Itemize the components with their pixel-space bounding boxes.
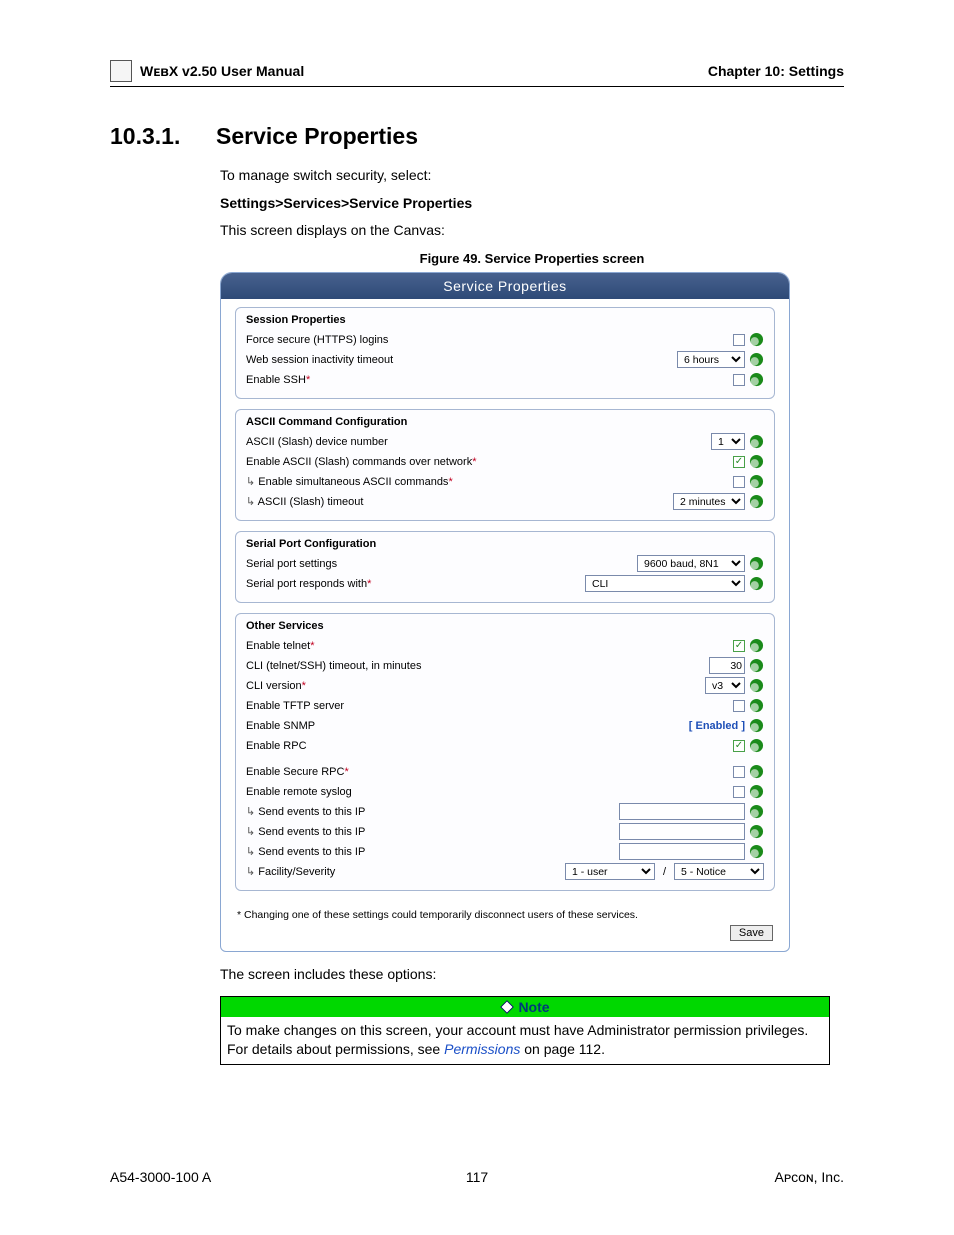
note-title: Note [518,999,549,1015]
force-https-checkbox[interactable] [733,334,745,346]
help-icon[interactable] [749,454,764,469]
help-icon[interactable] [749,738,764,753]
help-icon[interactable] [749,844,764,859]
force-https-label: Force secure (HTTPS) logins [246,334,727,346]
ascii-simul-checkbox[interactable] [733,476,745,488]
ascii-device-label: ASCII (Slash) device number [246,436,705,448]
help-icon[interactable] [749,638,764,653]
help-icon[interactable] [749,372,764,387]
help-icon[interactable] [749,352,764,367]
note-box: Note To make changes on this screen, you… [220,996,830,1065]
options-intro: The screen includes these options: [220,966,844,982]
serial-settings-select[interactable]: 9600 baud, 8N1 [637,555,745,572]
web-timeout-label: Web session inactivity timeout [246,354,671,366]
group-other: Other Services Enable telnet* ✓ CLI (tel… [235,613,775,891]
help-icon[interactable] [749,784,764,799]
ascii-net-label: Enable ASCII (Slash) commands over netwo… [246,456,727,468]
footnote-text: * Changing one of these settings could t… [221,905,789,923]
permissions-link[interactable]: Permissions [444,1041,520,1057]
snmp-label: Enable SNMP [246,720,683,732]
group-ascii-title: ASCII Command Configuration [246,416,764,428]
web-timeout-select[interactable]: 6 hours [677,351,745,368]
serial-settings-label: Serial port settings [246,558,631,570]
help-icon[interactable] [749,494,764,509]
telnet-label: Enable telnet* [246,640,727,652]
syslog-label: Enable remote syslog [246,786,727,798]
syslog-checkbox[interactable] [733,786,745,798]
tftp-label: Enable TFTP server [246,700,727,712]
help-icon[interactable] [749,658,764,673]
note-icon [500,1000,514,1014]
section-number: 10.3.1. [110,123,190,150]
slash-separator: / [659,866,670,878]
page-header: WᴇʙX v2.50 User Manual Chapter 10: Setti… [110,60,844,87]
send-ip-3-label: Send events to this IP [246,845,613,858]
ascii-device-select[interactable]: 1 [711,433,745,450]
page-footer: A54-3000-100 A 117 Aᴘᴄᴏɴ, Inc. [110,1169,844,1185]
chip-icon [110,60,132,82]
footer-page-number: 117 [110,1169,844,1185]
figure-caption: Figure 49. Service Properties screen [220,251,844,266]
note-header: Note [221,997,829,1017]
ascii-timeout-select[interactable]: 2 minutes [673,493,745,510]
help-icon[interactable] [749,434,764,449]
group-serial: Serial Port Configuration Serial port se… [235,531,775,603]
service-properties-screenshot: Service Properties Session Properties Fo… [220,272,790,952]
facility-label: Facility/Severity [246,865,559,878]
help-icon[interactable] [749,332,764,347]
secure-rpc-label: Enable Secure RPC* [246,766,727,778]
ascii-timeout-label: ASCII (Slash) timeout [246,495,667,508]
section-title: Service Properties [216,123,418,150]
help-icon[interactable] [749,556,764,571]
rpc-label: Enable RPC [246,740,727,752]
help-icon[interactable] [749,718,764,733]
send-ip-1-label: Send events to this IP [246,805,613,818]
help-icon[interactable] [749,474,764,489]
facility-select[interactable]: 1 - user [565,863,655,880]
help-icon[interactable] [749,698,764,713]
intro-text: To manage switch security, select: [220,166,844,186]
ascii-simul-label: Enable simultaneous ASCII commands* [246,475,727,488]
telnet-checkbox[interactable]: ✓ [733,640,745,652]
group-other-title: Other Services [246,620,764,632]
tftp-checkbox[interactable] [733,700,745,712]
help-icon[interactable] [749,576,764,591]
section-heading: 10.3.1. Service Properties [110,123,844,150]
help-icon[interactable] [749,764,764,779]
rpc-checkbox[interactable]: ✓ [733,740,745,752]
manual-title: WᴇʙX v2.50 User Manual [140,63,304,79]
secure-rpc-checkbox[interactable] [733,766,745,778]
panel-title: Service Properties [221,273,789,299]
enable-ssh-checkbox[interactable] [733,374,745,386]
cli-version-label: CLI version* [246,680,699,692]
group-serial-title: Serial Port Configuration [246,538,764,550]
serial-responds-label: Serial port responds with* [246,578,579,590]
severity-select[interactable]: 5 - Notice [674,863,764,880]
send-ip-2-label: Send events to this IP [246,825,613,838]
enable-ssh-label: Enable SSH* [246,374,727,386]
cli-timeout-input[interactable] [709,657,745,674]
save-button[interactable]: Save [730,925,773,941]
display-text: This screen displays on the Canvas: [220,221,844,241]
cli-version-select[interactable]: v3 [705,677,745,694]
group-ascii: ASCII Command Configuration ASCII (Slash… [235,409,775,521]
snmp-status-link[interactable]: [ Enabled ] [689,720,745,732]
serial-responds-select[interactable]: CLI [585,575,745,592]
help-icon[interactable] [749,804,764,819]
help-icon[interactable] [749,824,764,839]
breadcrumb: Settings>Services>Service Properties [220,194,844,214]
send-ip-2-input[interactable] [619,823,745,840]
group-session: Session Properties Force secure (HTTPS) … [235,307,775,399]
send-ip-1-input[interactable] [619,803,745,820]
cli-timeout-label: CLI (telnet/SSH) timeout, in minutes [246,660,703,672]
ascii-net-checkbox[interactable]: ✓ [733,456,745,468]
chapter-title: Chapter 10: Settings [708,63,844,79]
note-body: To make changes on this screen, your acc… [221,1017,829,1064]
help-icon[interactable] [749,678,764,693]
send-ip-3-input[interactable] [619,843,745,860]
group-session-title: Session Properties [246,314,764,326]
